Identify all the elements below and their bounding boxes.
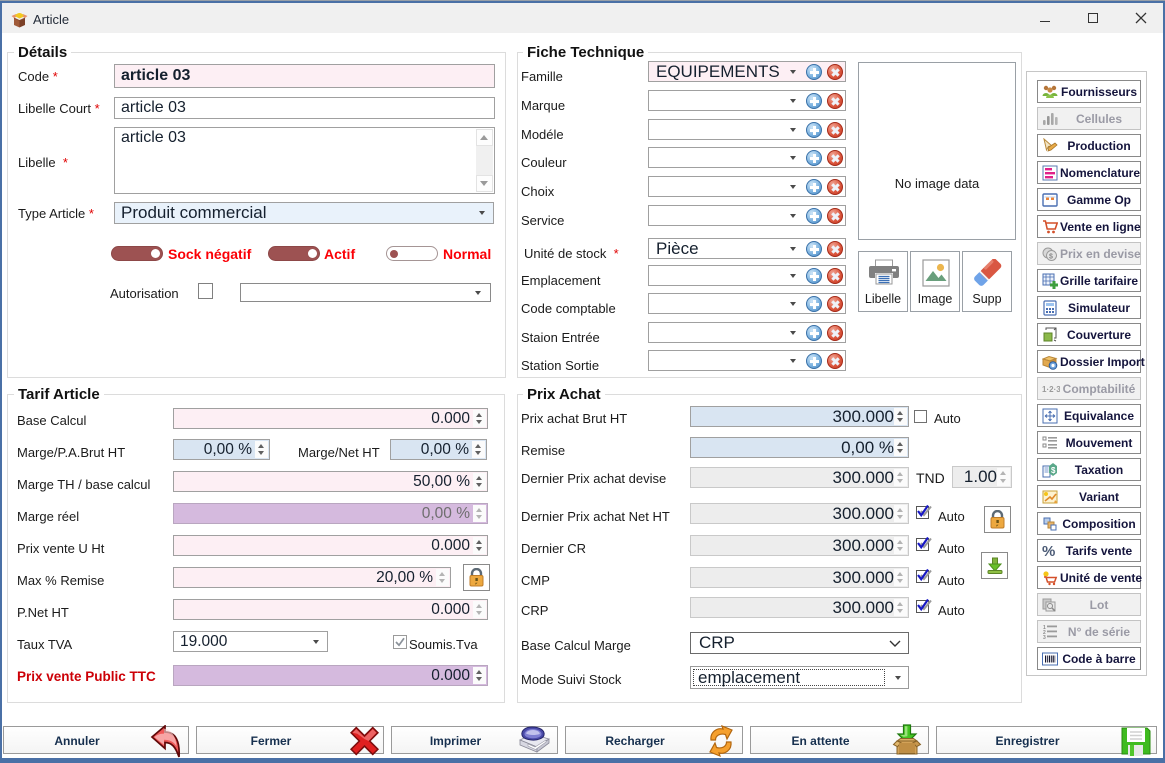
svg-text:1·2·3: 1·2·3	[1042, 385, 1060, 394]
svg-text:%: %	[1042, 543, 1055, 559]
svg-text:$: $	[1049, 254, 1053, 261]
svg-text:3: 3	[1043, 635, 1046, 640]
svg-text:$: $	[1051, 466, 1056, 475]
